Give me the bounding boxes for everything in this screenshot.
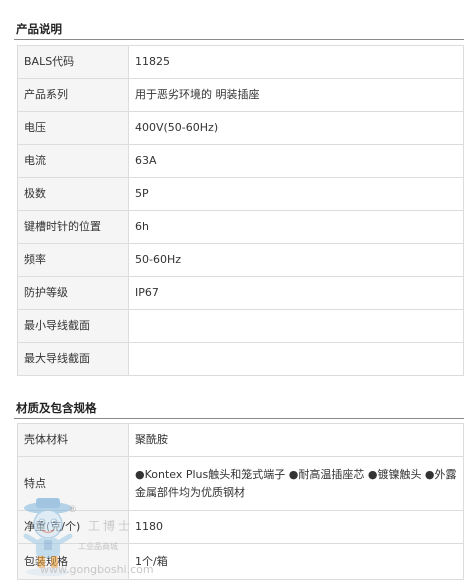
section-title-material-specs: 材质及包含规格 [16, 401, 97, 415]
table-row: 净重(克/个) 1180 [17, 510, 464, 544]
table-row: 最大导线截面 [17, 342, 464, 376]
watermark-brand: 工博士 [88, 519, 134, 533]
watermark-url: www.gongboshi.com [40, 563, 154, 576]
spec-key: 键槽时针的位置 [17, 210, 129, 244]
section-divider [14, 39, 464, 40]
section-divider [14, 418, 464, 419]
spec-value [128, 309, 464, 343]
table-row: 产品系列 用于恶劣环境的 明装插座 [17, 78, 464, 112]
watermark-subtitle: 工业品商城 [78, 542, 118, 551]
watermark-registered-mark: ® [68, 505, 77, 515]
spec-value: 聚酰胺 [128, 423, 464, 457]
spec-value [128, 342, 464, 376]
spec-value: 11825 [128, 45, 464, 79]
spec-key: 最大导线截面 [17, 342, 129, 376]
table-row: 最小导线截面 [17, 309, 464, 343]
spec-key: 特点 [17, 456, 129, 511]
spec-key: 最小导线截面 [17, 309, 129, 343]
spec-key: 壳体材料 [17, 423, 129, 457]
table-row: 频率 50-60Hz [17, 243, 464, 277]
table-row: 电压 400V(50-60Hz) [17, 111, 464, 145]
table-row: 壳体材料 聚酰胺 [17, 423, 464, 457]
spec-value: 6h [128, 210, 464, 244]
spec-value: 1个/箱 [128, 543, 464, 580]
spec-key: 极数 [17, 177, 129, 211]
table-row: 特点 ●Kontex Plus触头和笼式端子 ●耐高温插座芯 ●镀镍触头 ●外露… [17, 456, 464, 511]
spec-key: 产品系列 [17, 78, 129, 112]
spec-value: IP67 [128, 276, 464, 310]
spec-value: 5P [128, 177, 464, 211]
table-row: BALS代码 11825 [17, 45, 464, 79]
spec-value: ●Kontex Plus触头和笼式端子 ●耐高温插座芯 ●镀镍触头 ●外露金属部… [128, 456, 464, 511]
material-specs-table: 壳体材料 聚酰胺 特点 ●Kontex Plus触头和笼式端子 ●耐高温插座芯 … [17, 423, 464, 580]
spec-value: 400V(50-60Hz) [128, 111, 464, 145]
spec-value: 63A [128, 144, 464, 178]
table-row: 键槽时针的位置 6h [17, 210, 464, 244]
table-row: 电流 63A [17, 144, 464, 178]
spec-key: 电压 [17, 111, 129, 145]
spec-value: 1180 [128, 510, 464, 544]
spec-key: 频率 [17, 243, 129, 277]
spec-key: BALS代码 [17, 45, 129, 79]
table-row: 防护等级 IP67 [17, 276, 464, 310]
product-description-table: BALS代码 11825 产品系列 用于恶劣环境的 明装插座 电压 400V(5… [17, 45, 464, 376]
table-row: 极数 5P [17, 177, 464, 211]
spec-value: 用于恶劣环境的 明装插座 [128, 78, 464, 112]
section-title-product-description: 产品说明 [16, 22, 62, 36]
spec-value: 50-60Hz [128, 243, 464, 277]
spec-key: 防护等级 [17, 276, 129, 310]
spec-key: 电流 [17, 144, 129, 178]
